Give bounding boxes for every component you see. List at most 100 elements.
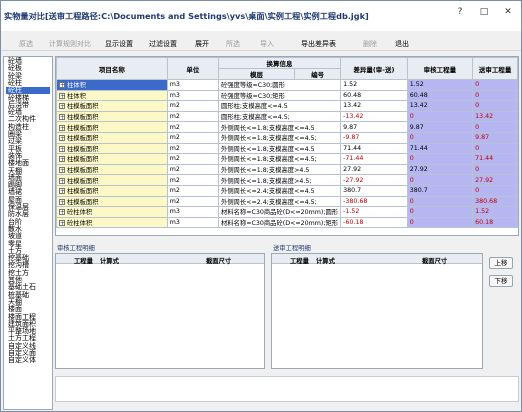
cell-unit[interactable]: m2 — [166, 184, 220, 197]
cell-send-quantity[interactable]: 0 — [472, 142, 518, 155]
cell-item-name[interactable]: + 柱模板面积 — [56, 184, 168, 197]
expand-icon[interactable]: + — [59, 167, 65, 174]
cell-audit-quantity[interactable]: 9.87 — [406, 121, 474, 133]
cell-audit-quantity[interactable]: 71.44 — [406, 142, 474, 155]
cell-conversion-info[interactable]: 外侧周长<=1.8;支模高度<=4.5; — [218, 131, 342, 144]
cell-unit[interactable]: m3 — [166, 206, 220, 218]
table-row[interactable]: + 砼柱体积 m3 材料名称=C30商品砼(D<=20mm);圆形 -1.52 0 1.52 — [56, 206, 518, 218]
expand-icon[interactable]: + — [59, 103, 65, 110]
send-detail-panel[interactable]: 工程量 计算式 截面尺寸 — [271, 253, 483, 369]
cell-unit[interactable]: m3 — [166, 79, 220, 91]
cell-item-name[interactable]: + 柱模板面积 — [56, 163, 168, 176]
menu-import[interactable]: 导入 — [260, 39, 274, 49]
move-down-button[interactable]: 下移 — [489, 275, 513, 287]
cell-conversion-info[interactable]: 砼强度等级=C30;矩形 — [218, 89, 342, 102]
table-row[interactable]: + 柱模板面积 m2 外侧周长<=1.8;支模高度>4.5; -27.92 0 27.92 — [56, 174, 518, 186]
close-button[interactable]: ✕ — [497, 5, 519, 20]
cell-item-name[interactable]: + 柱模板面积 — [56, 131, 168, 144]
expand-icon[interactable]: + — [59, 114, 65, 121]
cell-item-name[interactable]: + 柱模板面积 — [56, 100, 168, 112]
cell-difference[interactable]: 380.7 — [340, 184, 408, 197]
menu-filter-settings[interactable]: 过滤设置 — [149, 39, 177, 49]
cell-unit[interactable]: m2 — [166, 174, 220, 186]
cell-audit-quantity[interactable]: 380.7 — [406, 184, 474, 197]
cell-difference[interactable]: -60.18 — [340, 216, 408, 229]
cell-difference[interactable]: 9.87 — [340, 121, 408, 133]
audit-detail-panel[interactable]: 工程量 计算式 截面尺寸 — [55, 253, 265, 369]
cell-audit-quantity[interactable]: 60.48 — [406, 89, 474, 102]
cell-item-name[interactable]: + 柱模板面积 — [56, 174, 168, 186]
cell-conversion-info[interactable]: 外侧周长<=2.4;支模高度<=4.5; — [218, 195, 342, 208]
table-row[interactable]: + 柱模板面积 m2 外侧周长<=1.8;支模高度<=4.5 9.87 9.87 0 — [56, 121, 518, 133]
cell-audit-quantity[interactable]: 0 — [406, 153, 474, 165]
table-row[interactable]: + 柱体积 m3 砼强度等级=C30;圆形 1.52 1.52 0 — [56, 79, 518, 91]
cell-difference[interactable]: 1.52 — [340, 79, 408, 91]
expand-icon[interactable]: + — [59, 135, 65, 142]
expand-icon[interactable]: + — [59, 209, 65, 216]
cell-send-quantity[interactable]: 71.44 — [472, 153, 518, 165]
expand-icon[interactable]: + — [59, 177, 65, 184]
cell-unit[interactable]: m2 — [166, 131, 220, 144]
cell-item-name[interactable]: + 砼柱体积 — [56, 206, 168, 218]
cell-send-quantity[interactable]: 0 — [472, 121, 518, 133]
menu-restore[interactable]: 原选 — [19, 39, 33, 49]
maximize-button[interactable]: □ — [473, 5, 495, 20]
cell-unit[interactable]: m2 — [166, 195, 220, 208]
cell-conversion-info[interactable]: 圆形柱;支模高度<=4.5 — [218, 100, 342, 112]
cell-send-quantity[interactable]: 0 — [472, 184, 518, 197]
table-row[interactable]: + 柱模板面积 m2 外侧周长<=1.8;支模高度<=4.5; -9.87 0 9.87 — [56, 131, 518, 144]
cell-conversion-info[interactable]: 砼强度等级=C30;圆形 — [218, 79, 342, 91]
menu-selected[interactable]: 所选 — [226, 39, 240, 49]
header-audit-quantity[interactable]: 审核工程量 — [406, 57, 474, 80]
menu-export-diff[interactable]: 导出差异表 — [301, 39, 336, 49]
category-sidebar[interactable]: 砼墙 砼板 砼梁 砼柱 砼柱 砼楼梯 后浇带 砼墙 二次构件 构造柱 圈梁 过梁 平板 装饰 楼地面 天棚 墙面… — [3, 56, 53, 410]
expand-icon[interactable]: + — [59, 92, 65, 99]
cell-item-name[interactable]: + 柱体积 — [56, 89, 168, 102]
cell-item-name[interactable]: + 柱模板面积 — [56, 121, 168, 133]
cell-difference[interactable]: -27.92 — [340, 174, 408, 186]
menu-expand[interactable]: 展开 — [195, 39, 209, 49]
cell-conversion-info[interactable]: 外侧周长<=2.4;支模高度<=4.5 — [218, 184, 342, 197]
cell-difference[interactable]: -1.52 — [340, 206, 408, 218]
cell-item-name[interactable]: + 柱模板面积 — [56, 195, 168, 208]
cell-conversion-info[interactable]: 外侧周长<=1.8;支模高度<=4.5; — [218, 153, 342, 165]
expand-icon[interactable]: + — [59, 156, 65, 163]
table-row[interactable]: + 柱模板面积 m2 外侧周长<=1.8;支模高度<=4.5 71.44 71.44 0 — [56, 142, 518, 155]
menu-display-settings[interactable]: 显示设置 — [105, 39, 133, 49]
cell-item-name[interactable]: + 砼柱体积 — [56, 216, 168, 229]
expand-icon[interactable]: + — [59, 198, 65, 205]
cell-difference[interactable]: 13.42 — [340, 100, 408, 112]
cell-unit[interactable]: m3 — [166, 89, 220, 102]
sidebar-item[interactable]: 自定义体 — [8, 357, 36, 364]
cell-send-quantity[interactable]: 380.68 — [472, 195, 518, 208]
table-row[interactable]: + 柱模板面积 m2 圆形柱;支模高度<=4.5 13.42 13.42 0 — [56, 100, 518, 112]
cell-difference[interactable]: -9.87 — [340, 131, 408, 144]
cell-difference[interactable]: 27.92 — [340, 163, 408, 176]
menu-rule-compare[interactable]: 计算规则对比 — [49, 39, 91, 49]
cell-unit[interactable]: m2 — [166, 110, 220, 123]
move-up-button[interactable]: 上移 — [489, 257, 513, 269]
cell-send-quantity[interactable]: 60.18 — [472, 216, 518, 229]
cell-send-quantity[interactable]: 0 — [472, 100, 518, 112]
header-difference[interactable]: 差异量(审-送) — [340, 57, 408, 80]
cell-difference[interactable]: -71.44 — [340, 153, 408, 165]
cell-difference[interactable]: 60.48 — [340, 89, 408, 102]
cell-audit-quantity[interactable]: 0 — [406, 110, 474, 123]
expand-icon[interactable]: + — [59, 220, 65, 227]
cell-audit-quantity[interactable]: 0 — [406, 195, 474, 208]
cell-send-quantity[interactable]: 0 — [472, 79, 518, 91]
cell-audit-quantity[interactable]: 0 — [406, 174, 474, 186]
cell-send-quantity[interactable]: 27.92 — [472, 174, 518, 186]
cell-difference[interactable]: 71.44 — [340, 142, 408, 155]
cell-unit[interactable]: m2 — [166, 153, 220, 165]
cell-item-name[interactable]: + 柱模板面积 — [56, 153, 168, 165]
table-row[interactable]: + 砼柱体积 m3 材料名称=C30商品砼(D<=20mm);矩形 -60.18 0 60.… — [56, 216, 518, 229]
header-send-quantity[interactable]: 送审工程量 — [472, 57, 518, 80]
expand-icon[interactable]: + — [59, 188, 65, 195]
table-row[interactable]: + 柱模板面积 m2 外侧周长<=2.4;支模高度<=4.5 380.7 380.7 0 — [56, 184, 518, 197]
help-button[interactable]: ? — [449, 5, 471, 20]
cell-unit[interactable]: m2 — [166, 142, 220, 155]
cell-audit-quantity[interactable]: 0 — [406, 206, 474, 218]
header-code[interactable]: 编号 — [294, 68, 342, 80]
cell-audit-quantity[interactable]: 0 — [406, 131, 474, 144]
